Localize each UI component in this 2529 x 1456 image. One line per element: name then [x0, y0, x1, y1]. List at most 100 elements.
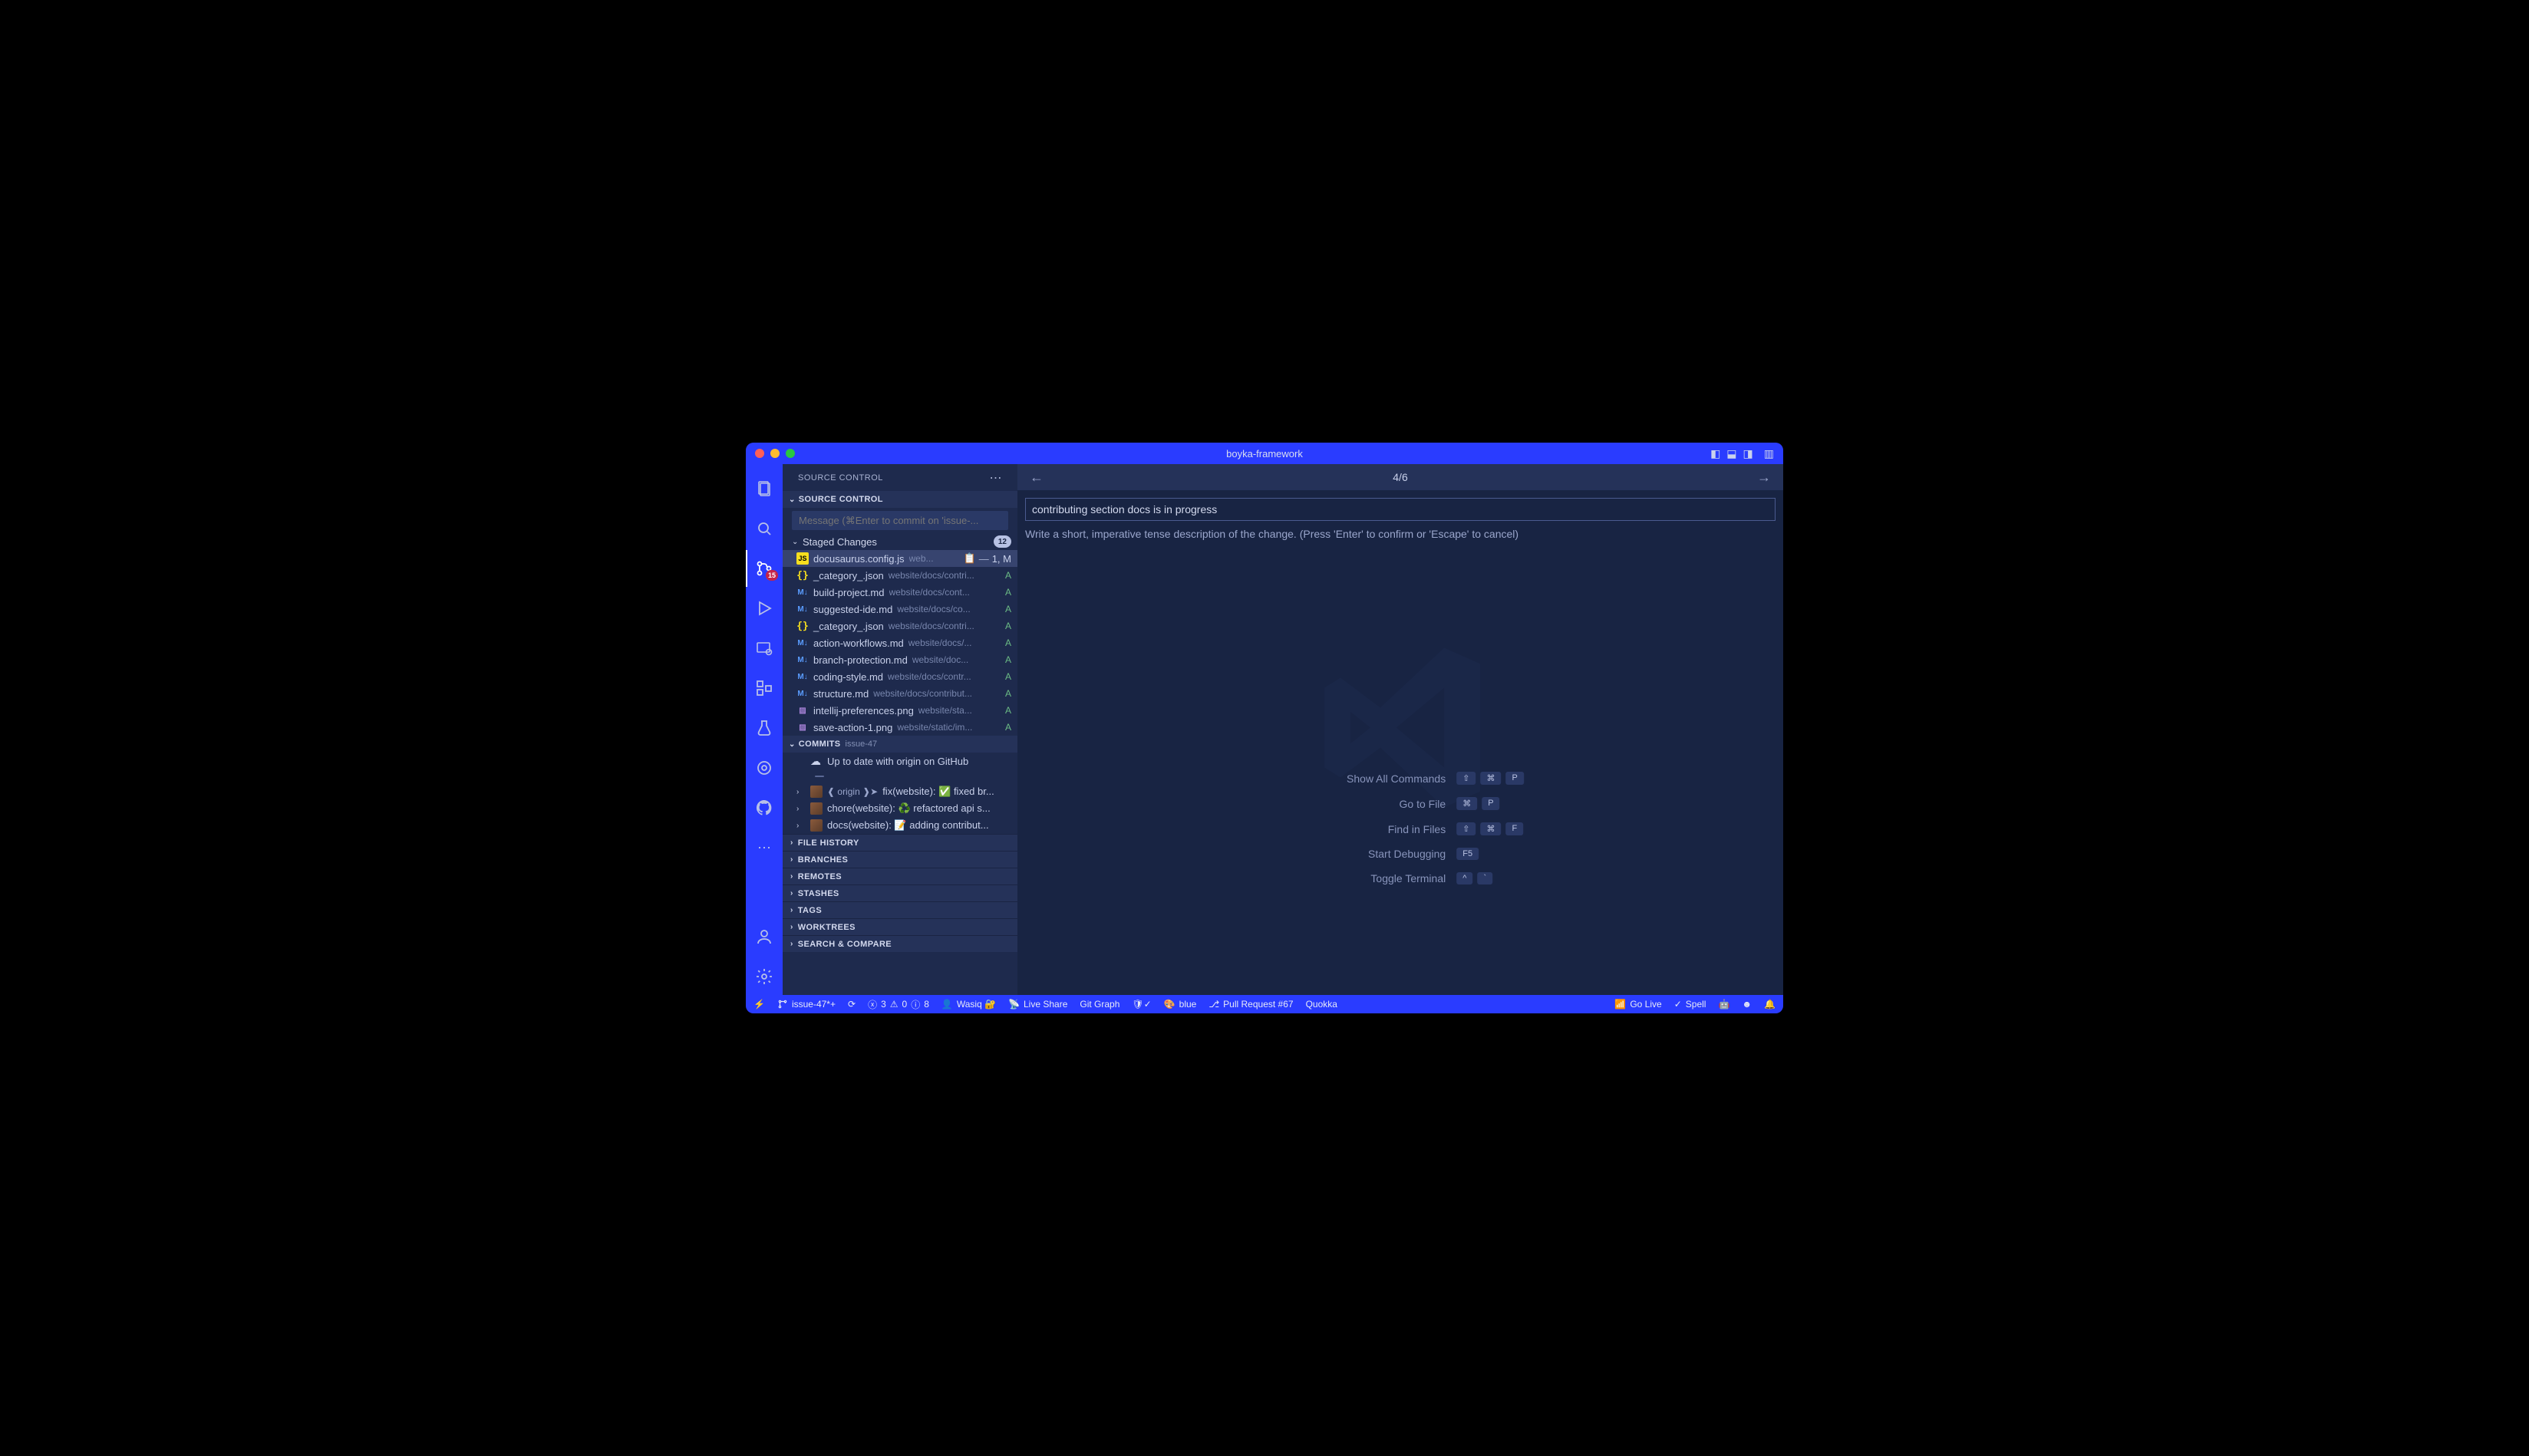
branch-status[interactable]: issue-47*+: [777, 999, 836, 1010]
shortcut-label: Start Debugging: [1277, 848, 1446, 860]
pr-status[interactable]: ⎇Pull Request #67: [1208, 999, 1293, 1010]
file-name: save-action-1.png: [813, 722, 892, 733]
account-icon[interactable]: [746, 918, 783, 955]
file-icon: JS: [796, 552, 809, 565]
shortcut-row: Toggle Terminal^`: [1277, 872, 1524, 884]
gitgraph-status[interactable]: Git Graph: [1080, 999, 1119, 1010]
file-icon: M↓: [796, 654, 809, 666]
remote-indicator[interactable]: ⚡: [753, 999, 765, 1010]
file-row[interactable]: ▨intellij-preferences.pngwebsite/sta...A: [783, 702, 1017, 719]
file-row[interactable]: M↓branch-protection.mdwebsite/doc...A: [783, 651, 1017, 668]
panel-bottom-icon[interactable]: ⬓: [1726, 447, 1736, 460]
staged-changes-header[interactable]: ⌄ Staged Changes 12: [783, 533, 1017, 550]
commits-section-header[interactable]: ⌄ COMMITS issue-47: [783, 736, 1017, 753]
extensions-icon[interactable]: [746, 670, 783, 707]
panel-left-icon[interactable]: ◧: [1710, 447, 1720, 460]
key: ^: [1456, 872, 1472, 884]
maximize-button[interactable]: [786, 449, 795, 458]
source-control-section-header[interactable]: ⌄ SOURCE CONTROL: [783, 491, 1017, 508]
key: ⌘: [1480, 822, 1501, 835]
problems-status[interactable]: ⓧ3 ⚠0 ⓘ8: [868, 998, 929, 1011]
copilot-icon[interactable]: 🤖: [1718, 999, 1729, 1010]
file-row[interactable]: M↓build-project.mdwebsite/docs/cont...A: [783, 584, 1017, 601]
test-icon[interactable]: [746, 710, 783, 746]
quokka-status[interactable]: Quokka: [1306, 999, 1337, 1010]
file-path: website/docs/contribut...: [873, 688, 972, 699]
section-stashes[interactable]: ›STASHES: [783, 884, 1017, 901]
commit-message-input[interactable]: [792, 511, 1008, 530]
commit-message: chore(website): ♻️ refactored api s...: [827, 802, 991, 815]
liveshare-status[interactable]: 📡Live Share: [1008, 999, 1067, 1010]
remote-explorer-icon[interactable]: [746, 630, 783, 667]
unstage-icon[interactable]: —: [979, 553, 989, 565]
section-label: SEARCH & COMPARE: [798, 940, 892, 949]
file-icon: {}: [796, 569, 809, 581]
settings-icon[interactable]: [746, 958, 783, 995]
file-row[interactable]: M↓coding-style.mdwebsite/docs/contr...A: [783, 668, 1017, 685]
file-path: website/docs/contr...: [888, 671, 971, 682]
more-icon[interactable]: ⋯: [746, 829, 783, 866]
commit-row[interactable]: ›chore(website): ♻️ refactored api s...: [783, 800, 1017, 817]
file-row[interactable]: {}_category_.jsonwebsite/docs/contri...A: [783, 618, 1017, 634]
explorer-icon[interactable]: [746, 470, 783, 507]
chevron-down-icon: ⌄: [789, 496, 796, 504]
layout-icon[interactable]: ▥: [1764, 447, 1774, 460]
key-group: ⇧ ⌘ F: [1456, 822, 1523, 835]
file-row[interactable]: M↓structure.mdwebsite/docs/contribut...A: [783, 685, 1017, 702]
section-file-history[interactable]: ›FILE HISTORY: [783, 834, 1017, 851]
key: ⇧: [1456, 822, 1476, 835]
section-search-compare[interactable]: ›SEARCH & COMPARE: [783, 935, 1017, 952]
gitlens-icon[interactable]: [746, 749, 783, 786]
security-status[interactable]: 🛡✓: [1132, 999, 1151, 1010]
key: F: [1505, 822, 1523, 835]
section-worktrees[interactable]: ›WORKTREES: [783, 918, 1017, 935]
key: ⌘: [1480, 772, 1501, 785]
github-icon[interactable]: [746, 789, 783, 826]
clipboard-icon[interactable]: 📋: [964, 552, 976, 565]
file-name: suggested-ide.md: [813, 604, 892, 615]
source-control-icon[interactable]: 15: [746, 550, 783, 587]
file-icon: M↓: [796, 586, 809, 598]
file-row[interactable]: JSdocusaurus.config.jsweb...📋—1, M: [783, 550, 1017, 567]
bell-icon[interactable]: 🔔: [1764, 999, 1776, 1010]
file-icon: M↓: [796, 637, 809, 649]
section-branches[interactable]: ›BRANCHES: [783, 851, 1017, 868]
sidebar-more-icon[interactable]: ⋯: [990, 470, 1003, 486]
commit-tag: ❰ origin ❱➤: [827, 786, 878, 797]
section-label: SOURCE CONTROL: [799, 495, 883, 504]
sync-button[interactable]: ⟳: [848, 999, 856, 1010]
feedback-icon[interactable]: ☻: [1742, 999, 1752, 1010]
debug-icon[interactable]: [746, 590, 783, 627]
chevron-down-icon: ⌄: [789, 740, 796, 749]
minimize-button[interactable]: [770, 449, 780, 458]
search-icon[interactable]: [746, 510, 783, 547]
shortcut-row: Start DebuggingF5: [1277, 848, 1524, 860]
commits-branch: issue-47: [846, 740, 878, 749]
file-row[interactable]: M↓suggested-ide.mdwebsite/docs/co...A: [783, 601, 1017, 618]
sync-status-row[interactable]: ☁ Up to date with origin on GitHub: [783, 753, 1017, 769]
cloud-icon: ☁: [810, 755, 821, 768]
close-button[interactable]: [755, 449, 764, 458]
file-row[interactable]: {}_category_.jsonwebsite/docs/contri...A: [783, 567, 1017, 584]
section-tags[interactable]: ›TAGS: [783, 901, 1017, 918]
nav-back-button[interactable]: ←: [1028, 469, 1045, 486]
commit-description-input[interactable]: [1025, 498, 1776, 521]
user-status[interactable]: 👤Wasiq 🔐: [941, 999, 996, 1010]
staged-label: Staged Changes: [803, 536, 877, 548]
golive-status[interactable]: 📶Go Live: [1614, 999, 1661, 1010]
commit-row[interactable]: ›❰ origin ❱➤fix(website): ✅ fixed br...: [783, 783, 1017, 800]
file-row[interactable]: M↓action-workflows.mdwebsite/docs/...A: [783, 634, 1017, 651]
commit-hint-text: Write a short, imperative tense descript…: [1017, 521, 1783, 548]
key: P: [1505, 772, 1523, 785]
nav-forward-button[interactable]: →: [1756, 469, 1772, 486]
chevron-right-icon: ›: [790, 906, 793, 914]
spell-status[interactable]: ✓Spell: [1674, 999, 1706, 1010]
chevron-down-icon: ⌄: [792, 538, 803, 546]
panel-right-icon[interactable]: ◨: [1743, 447, 1753, 460]
commit-row[interactable]: ›docs(website): 📝 adding contribut...: [783, 817, 1017, 834]
section-remotes[interactable]: ›REMOTES: [783, 868, 1017, 884]
commit-message: docs(website): 📝 adding contribut...: [827, 819, 989, 832]
file-name: docusaurus.config.js: [813, 553, 905, 565]
file-row[interactable]: ▨save-action-1.pngwebsite/static/im...A: [783, 719, 1017, 736]
color-status[interactable]: 🎨blue: [1164, 999, 1197, 1010]
